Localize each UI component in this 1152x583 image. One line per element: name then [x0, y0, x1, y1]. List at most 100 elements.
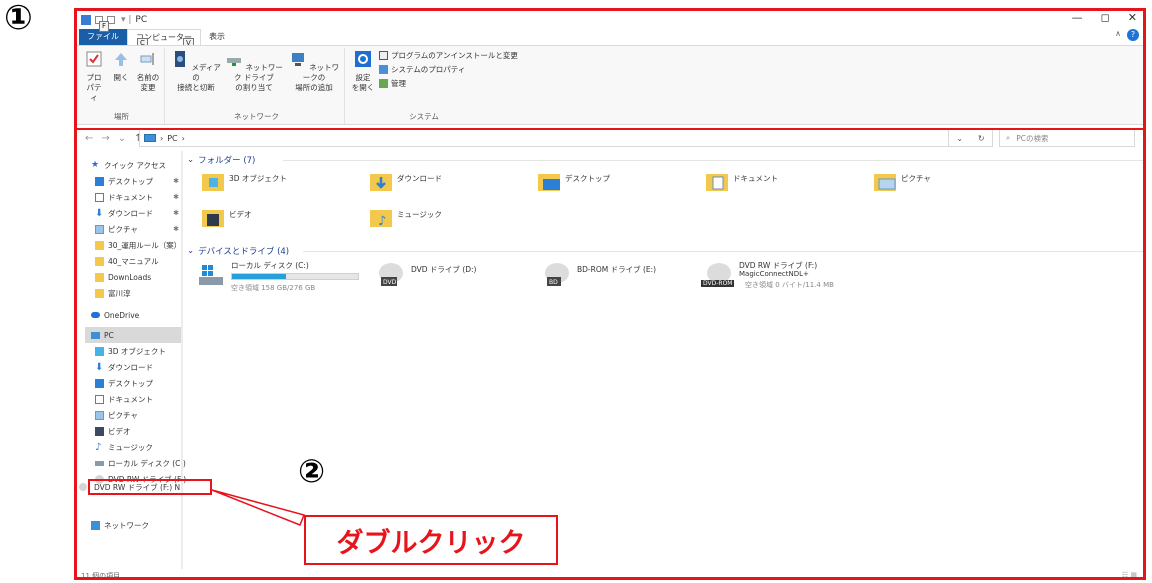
nav-label: ローカル ディスク (C:)	[108, 458, 186, 468]
quick-access-dropdown-icon[interactable]: ▾ |	[121, 15, 131, 25]
settings-label-1: 設定	[355, 73, 371, 82]
recent-chevron-icon[interactable]: ⌄	[118, 133, 126, 144]
divider	[283, 160, 1143, 161]
folder-documents[interactable]: ドキュメント	[705, 169, 865, 197]
step-1-marker: ①	[4, 0, 33, 38]
drive-usage-bar	[231, 273, 359, 280]
star-icon: ★	[91, 159, 100, 170]
hard-drive-icon	[95, 460, 104, 466]
folder-download-icon	[370, 174, 392, 191]
breadcrumb-pc[interactable]: PC	[167, 134, 177, 143]
nav-desktop[interactable]: デスクトップ ✱	[95, 173, 181, 189]
nav-documents[interactable]: ドキュメント ✱	[95, 189, 181, 205]
folder-music[interactable]: ♪ ミュージック	[369, 205, 529, 233]
3d-objects-icon	[95, 346, 104, 356]
nav-pc-documents[interactable]: ドキュメント	[95, 391, 181, 407]
folder-name: ビデオ	[229, 210, 252, 219]
drive-bd-e[interactable]: BD BD-ROM ドライブ (E:)	[543, 261, 713, 297]
nav-pc-music[interactable]: ♪ ミュージック	[95, 439, 181, 455]
navigation-pane: ★ クイック アクセス デスクトップ ✱ ドキュメント ✱ ⬇ ダウンロード ✱ ピク…	[77, 151, 186, 569]
nav-onedrive[interactable]: OneDrive	[91, 307, 181, 323]
download-icon: ⬇	[95, 207, 104, 219]
nav-pc-downloads[interactable]: ⬇ ダウンロード	[95, 359, 181, 375]
forward-icon[interactable]: →	[101, 133, 109, 144]
back-icon[interactable]: ←	[85, 133, 93, 144]
address-bar-row: ← → ⌄ ↑ › PC › ⌄ ↻ ⌕ PCの検索	[77, 127, 1143, 149]
map-drive-label-2: の割り当て	[235, 83, 273, 92]
help-icon[interactable]: ?	[1127, 29, 1139, 41]
nav-folder-user[interactable]: 富川淳	[95, 285, 181, 301]
cloud-icon	[91, 312, 100, 318]
nav-pc-3d-objects[interactable]: 3D オブジェクト	[95, 343, 181, 359]
collapse-ribbon-icon[interactable]: ∧	[1115, 29, 1121, 38]
folder-3d-icon	[202, 174, 224, 191]
address-dropdown-icon[interactable]: ⌄	[956, 134, 963, 143]
folder-downloads[interactable]: ダウンロード	[369, 169, 529, 197]
nav-label: 富川淳	[108, 288, 131, 298]
drive-local-c[interactable]: ローカル ディスク (C:) 空き領域 158 GB/276 GB	[197, 261, 367, 297]
pin-icon: ✱	[173, 177, 179, 185]
folder-desktop[interactable]: デスクトップ	[537, 169, 697, 197]
drives-section-header[interactable]: ⌄ デバイスとドライブ (4)	[187, 245, 289, 257]
nav-local-disk[interactable]: ローカル ディスク (C:)	[95, 455, 186, 471]
system-properties-button[interactable]: システムのプロパティ	[379, 64, 465, 75]
drive-dvd-d[interactable]: DVD DVD ドライブ (D:)	[377, 261, 547, 297]
nav-label: ネットワーク	[104, 520, 149, 530]
tab-view[interactable]: 表示	[201, 29, 233, 45]
rename-label-2: 変更	[140, 83, 156, 92]
manage-button[interactable]: 管理	[379, 78, 406, 89]
bd-badge: BD	[549, 279, 558, 286]
properties-label: プロパティ	[86, 73, 102, 102]
maximize-button[interactable]: ◻	[1101, 11, 1110, 24]
nav-label: ダウンロード	[108, 362, 153, 372]
map-drive-button[interactable]: ネットワーク ドライブ の割り当て	[223, 50, 285, 93]
drive-dvd-rw-f[interactable]: DVD RW ドライブ (F:) MagicConnectNDL+ DVD-RO…	[701, 261, 905, 297]
folder-name: ドキュメント	[733, 174, 778, 183]
add-network-location-button[interactable]: ネットワークの 場所の追加	[287, 50, 341, 93]
drive-name: ローカル ディスク (C:)	[231, 261, 309, 270]
section-title: フォルダー (7)	[198, 156, 256, 166]
refresh-icon[interactable]: ↻	[978, 134, 985, 143]
nav-pc-desktop[interactable]: デスクトップ	[95, 375, 181, 391]
nav-folder-downloads[interactable]: DownLoads	[95, 269, 181, 285]
rename-button[interactable]: 名前の 変更	[135, 50, 161, 93]
download-icon: ⬇	[95, 361, 104, 373]
drive-name: BD-ROM ドライブ (E:)	[577, 265, 657, 274]
group-system: 設定 を開く プログラムのアンインストールと変更 システムのプロパティ 管理 シ…	[349, 48, 518, 124]
minimize-button[interactable]: —	[1072, 11, 1083, 24]
folder-videos[interactable]: ビデオ	[201, 205, 361, 233]
nav-pc-videos[interactable]: ビデオ	[95, 423, 181, 439]
nav-pc-pictures[interactable]: ピクチャ	[95, 407, 181, 423]
nav-label: デスクトップ	[108, 378, 153, 388]
nav-downloads[interactable]: ⬇ ダウンロード ✱	[95, 205, 181, 221]
address-bar[interactable]: › PC ›	[139, 129, 949, 147]
chevron-down-icon: ⌄	[187, 246, 195, 256]
uninstall-program-button[interactable]: プログラムのアンインストールと変更	[379, 50, 518, 61]
nav-pc[interactable]: PC	[85, 327, 181, 343]
nav-quick-access[interactable]: ★ クイック アクセス	[91, 157, 195, 173]
folder-3d-objects[interactable]: 3D オブジェクト	[201, 169, 361, 197]
nav-label: デスクトップ	[108, 176, 153, 186]
group-location-label: 場所	[114, 112, 129, 121]
folder-pictures[interactable]: ピクチャ	[873, 169, 1033, 197]
folders-section-header[interactable]: ⌄ フォルダー (7)	[187, 154, 255, 166]
nav-label: ピクチャ	[108, 410, 138, 420]
nav-folder-manual[interactable]: 40_マニュアル	[95, 253, 181, 269]
folder-name: デスクトップ	[565, 174, 610, 183]
folder-videos-icon	[202, 210, 224, 227]
folder-pictures-icon	[874, 174, 896, 191]
drive-name: DVD ドライブ (D:)	[411, 265, 477, 274]
properties-button[interactable]: プロパティ	[83, 50, 105, 103]
dvd-drive-icon: DVD	[379, 263, 403, 286]
nav-folder-rules[interactable]: 30_運用ルール（案）	[95, 237, 181, 253]
search-input[interactable]: ⌕ PCの検索	[999, 129, 1135, 147]
media-connect-button[interactable]: メディアの 接続と切断	[171, 50, 221, 93]
open-button[interactable]: 開く	[111, 50, 131, 83]
nav-network[interactable]: ネットワーク	[91, 517, 181, 533]
view-toggle-icons[interactable]: ☷ ▦	[1122, 571, 1137, 577]
breadcrumb-separator: ›	[160, 133, 164, 143]
close-button[interactable]: ✕	[1128, 11, 1137, 24]
nav-pictures[interactable]: ピクチャ ✱	[95, 221, 181, 237]
network-location-icon	[291, 53, 304, 66]
open-settings-button[interactable]: 設定 を開く	[351, 50, 375, 93]
